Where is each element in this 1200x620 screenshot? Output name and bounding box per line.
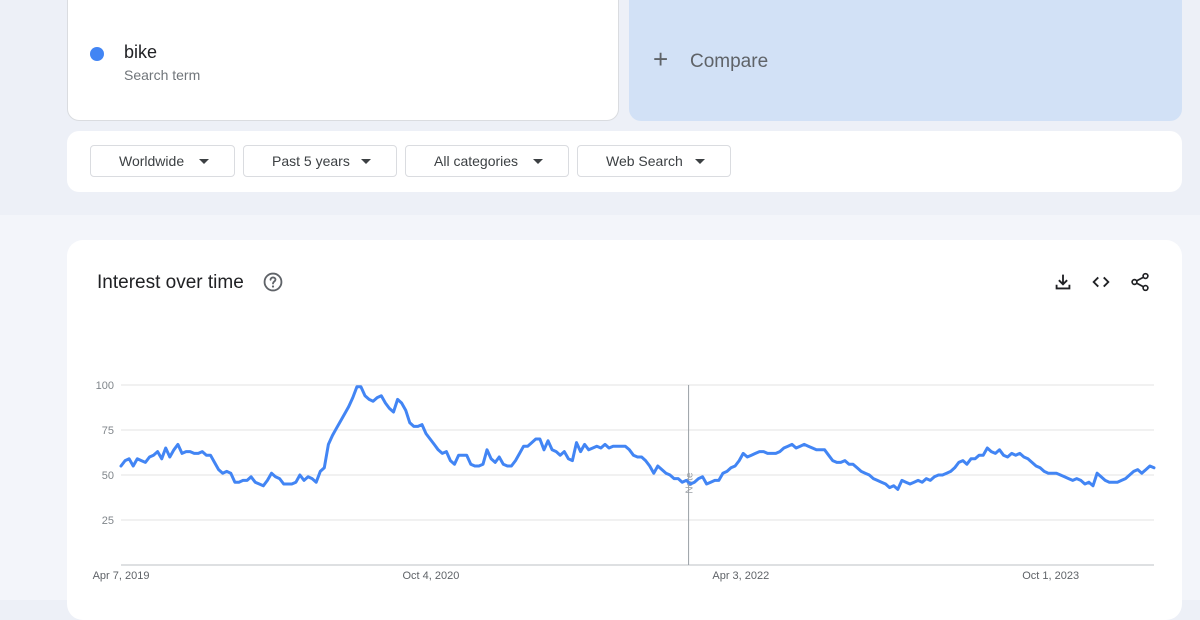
y-tick-label: 25 — [102, 515, 114, 527]
x-tick-label: Apr 3, 2022 — [712, 570, 769, 582]
y-tick-label: 75 — [102, 425, 114, 437]
filter-location-label: Worldwide — [119, 153, 185, 169]
y-tick-label: 100 — [96, 380, 114, 392]
filter-location-dropdown[interactable]: Worldwide — [90, 145, 235, 177]
search-term-type: Search term — [124, 67, 201, 83]
search-term-card[interactable]: bike Search term — [67, 0, 619, 121]
series-line-0[interactable] — [119, 385, 1156, 491]
x-tick-label: Oct 1, 2023 — [1022, 570, 1079, 582]
filter-search-type-label: Web Search — [606, 153, 683, 169]
dropdown-caret-icon — [533, 159, 543, 164]
compare-label: Compare — [690, 51, 769, 72]
compare-button[interactable]: + Compare — [629, 0, 1182, 121]
dropdown-caret-icon — [695, 159, 705, 164]
filter-category-label: All categories — [434, 153, 519, 169]
x-tick-label: Apr 7, 2019 — [93, 570, 150, 582]
filter-time-range-label: Past 5 years — [272, 153, 350, 169]
plus-icon: + — [653, 44, 669, 74]
dropdown-caret-icon — [361, 159, 371, 164]
filter-search-type-dropdown[interactable]: Web Search — [577, 145, 731, 177]
filter-category-dropdown[interactable]: All categories — [405, 145, 569, 177]
search-term-name[interactable]: bike — [124, 42, 157, 63]
dropdown-caret-icon — [199, 159, 209, 164]
interest-over-time-card: Interest over time 25 50 75 100 Note Apr 7,… — [67, 240, 1182, 620]
interest-line-chart: 255075100 Note Apr 7, 2019 Oct 4, 2020 Apr… — [93, 380, 1156, 582]
term-color-dot — [90, 47, 104, 61]
filter-bar: Worldwide Past 5 years All categories We… — [67, 131, 1182, 192]
x-tick-label: Oct 4, 2020 — [402, 570, 459, 582]
y-tick-label: 50 — [102, 470, 114, 482]
filter-time-range-dropdown[interactable]: Past 5 years — [243, 145, 397, 177]
